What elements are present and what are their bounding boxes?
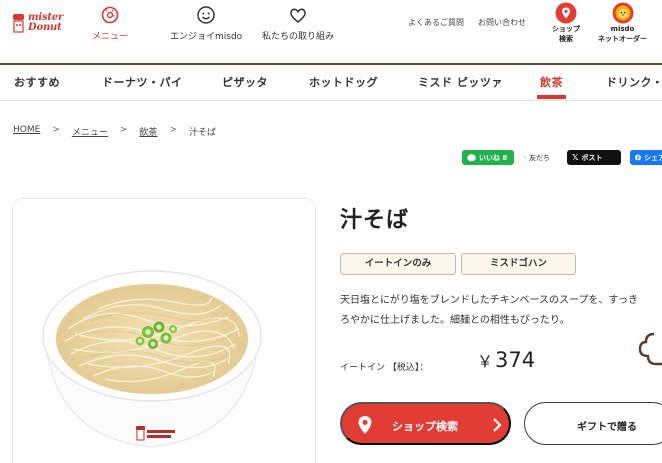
- facebook-share-label: シェア: [644, 153, 662, 162]
- logo-text: mister Donut: [28, 13, 63, 33]
- logo-line2: Donut: [28, 22, 62, 33]
- map-pin-icon: [555, 2, 577, 24]
- product-title: 汁そば: [340, 208, 410, 233]
- breadcrumb-yamcha[interactable]: 飲茶: [139, 125, 157, 138]
- map-pin-icon: [358, 416, 372, 434]
- breadcrumb: HOME > メニュー > 飲茶 > 汁そば: [13, 125, 216, 138]
- breadcrumb-menu[interactable]: メニュー: [72, 125, 108, 138]
- chef-mark-icon: [13, 14, 24, 33]
- facebook-icon: [635, 154, 641, 161]
- category-recommend[interactable]: おすすめ: [14, 65, 60, 101]
- category-pizzatta[interactable]: ピザッタ: [222, 65, 268, 101]
- faq-link[interactable]: よくあるご質問: [408, 17, 464, 28]
- line-add-friend-button[interactable]: 友だち: [518, 150, 556, 165]
- x-logo-icon: 𝕏: [572, 153, 579, 162]
- tag-misdo-gohan: ミスドゴハン: [461, 253, 576, 275]
- misdo-net-order-button[interactable]: misdo ネットオーダー: [598, 2, 647, 44]
- gnav-torikumi-label: 私たちの取り組み: [262, 32, 335, 42]
- misdo-order-line2: ネットオーダー: [598, 35, 647, 43]
- x-post-label: ポスト: [581, 153, 603, 162]
- x-post-button[interactable]: 𝕏 ポスト: [567, 150, 621, 165]
- gnav-our-efforts[interactable]: 私たちの取り組み: [262, 4, 334, 42]
- price-value: 374: [495, 348, 536, 372]
- shop-search-corner-line2: 検索: [559, 35, 573, 43]
- mister-donut-logo[interactable]: mister Donut: [12, 12, 63, 34]
- description-line2: ろやかに仕上げました。細麺との相性もぴったり。: [340, 315, 570, 326]
- contact-link[interactable]: お問い合わせ: [478, 17, 526, 28]
- add-friend-icon: [524, 156, 526, 159]
- tag-eat-in-only: イートインのみ: [340, 253, 456, 275]
- breadcrumb-current: 汁そば: [188, 128, 216, 138]
- shop-search-button[interactable]: ショップ検索: [340, 402, 511, 445]
- price-label: イートイン 【税込】：: [340, 363, 429, 373]
- breadcrumb-separator: >: [52, 125, 60, 135]
- price: ￥374: [477, 348, 535, 372]
- line-icon: [467, 153, 476, 161]
- shop-search-corner-button[interactable]: ショップ 検索: [552, 2, 580, 44]
- category-nav: おすすめ ドーナツ・パイ ピザッタ ホットドッグ ミスド ピッツァ 飲茶 ドリン…: [0, 63, 662, 101]
- cloud-decoration-icon: [638, 332, 662, 366]
- description-line1: 天日塩とにがり塩をブレンドしたチキンベースのスープを、すっき: [340, 295, 638, 306]
- shop-search-corner-line1: ショップ: [552, 25, 580, 33]
- heart-icon: [287, 4, 309, 26]
- gnav-menu[interactable]: メニュー: [92, 4, 128, 42]
- breadcrumb-separator: >: [169, 125, 177, 135]
- price-currency: ￥: [477, 352, 494, 371]
- product-description: 天日塩とにがり塩をブレンドしたチキンベースのスープを、すっき ろやかに仕上げまし…: [340, 291, 662, 331]
- misdo-order-line1: misdo: [610, 25, 635, 33]
- active-category-underline: [537, 95, 566, 99]
- smile-icon: [195, 4, 217, 26]
- product-image-card: [12, 198, 316, 463]
- pon-de-lion-icon: [612, 2, 633, 24]
- site-header: mister Donut メニュー エンジョイmisdo 私たちの取り組み よく…: [0, 0, 662, 63]
- noodle-bowl-image: [42, 270, 262, 448]
- gift-label: ギフトで贈る: [577, 422, 637, 433]
- gnav-enjoy-label: エンジョイmisdo: [170, 32, 243, 42]
- category-donuts-pie[interactable]: ドーナツ・パイ: [102, 65, 183, 101]
- line-add-friend-label: 友だち: [529, 153, 550, 162]
- breadcrumb-home[interactable]: HOME: [13, 125, 40, 138]
- chevron-right-icon: [493, 418, 502, 432]
- breadcrumb-separator: >: [119, 125, 128, 135]
- category-hotdog[interactable]: ホットドッグ: [309, 65, 378, 101]
- line-like-label: いいね 8: [479, 153, 508, 162]
- gnav-menu-label: メニュー: [92, 32, 129, 42]
- facebook-share-button[interactable]: シェア: [630, 150, 662, 165]
- line-like-button[interactable]: いいね 8: [462, 150, 514, 165]
- donut-icon: [99, 4, 121, 26]
- category-misdo-pizza[interactable]: ミスド ピッツァ: [418, 65, 503, 101]
- gnav-enjoy-misdo[interactable]: エンジョイmisdo: [170, 4, 242, 42]
- shop-search-label: ショップ検索: [392, 421, 458, 433]
- gift-button[interactable]: ギフトで贈る: [524, 402, 662, 445]
- category-drink[interactable]: ドリンク・パイ: [606, 65, 662, 101]
